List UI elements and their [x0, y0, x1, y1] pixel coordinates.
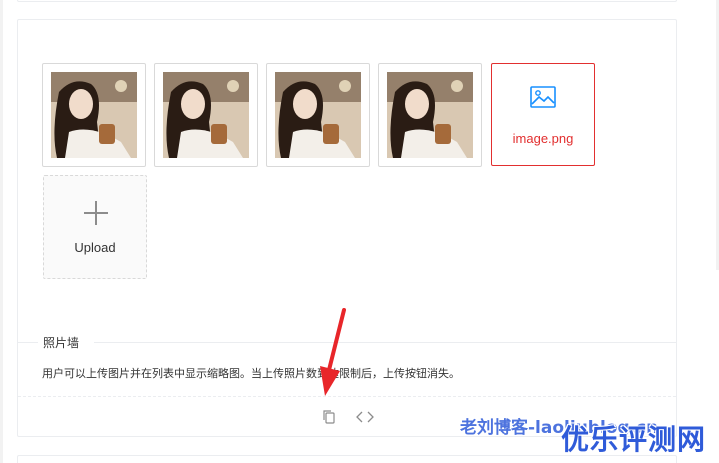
error-file-item[interactable]: image.png: [491, 63, 595, 166]
thumbnail-photo: [163, 72, 249, 158]
image-icon: [530, 86, 556, 108]
page-left-edge: [0, 0, 3, 463]
upload-label: Upload: [74, 240, 116, 255]
section-title: 照片墙: [42, 334, 81, 351]
site-watermark: 优乐评测网: [561, 423, 707, 456]
uploaded-image-thumbnail[interactable]: [42, 63, 146, 167]
uploaded-image-thumbnail[interactable]: [154, 63, 258, 167]
section-divider-right: [94, 342, 676, 343]
code-icon[interactable]: [356, 411, 374, 423]
uploaded-image-thumbnail[interactable]: [266, 63, 370, 167]
uploaded-image-thumbnail[interactable]: [378, 63, 482, 167]
thumbnail-photo: [387, 72, 473, 158]
section-description: 用户可以上传图片并在列表中显示缩略图。当上传照片数到达限制后，上传按钮消失。: [42, 367, 460, 380]
thumbnail-photo: [51, 72, 137, 158]
thumbnail-photo: [275, 72, 361, 158]
plus-icon: [84, 201, 108, 225]
error-file-name: image.png: [512, 131, 574, 146]
previous-demo-card: [17, 0, 677, 2]
annotation-arrow-icon: [320, 308, 346, 396]
copy-icon[interactable]: [322, 409, 336, 425]
section-divider-left: [18, 342, 38, 343]
upload-button[interactable]: Upload: [43, 175, 147, 279]
